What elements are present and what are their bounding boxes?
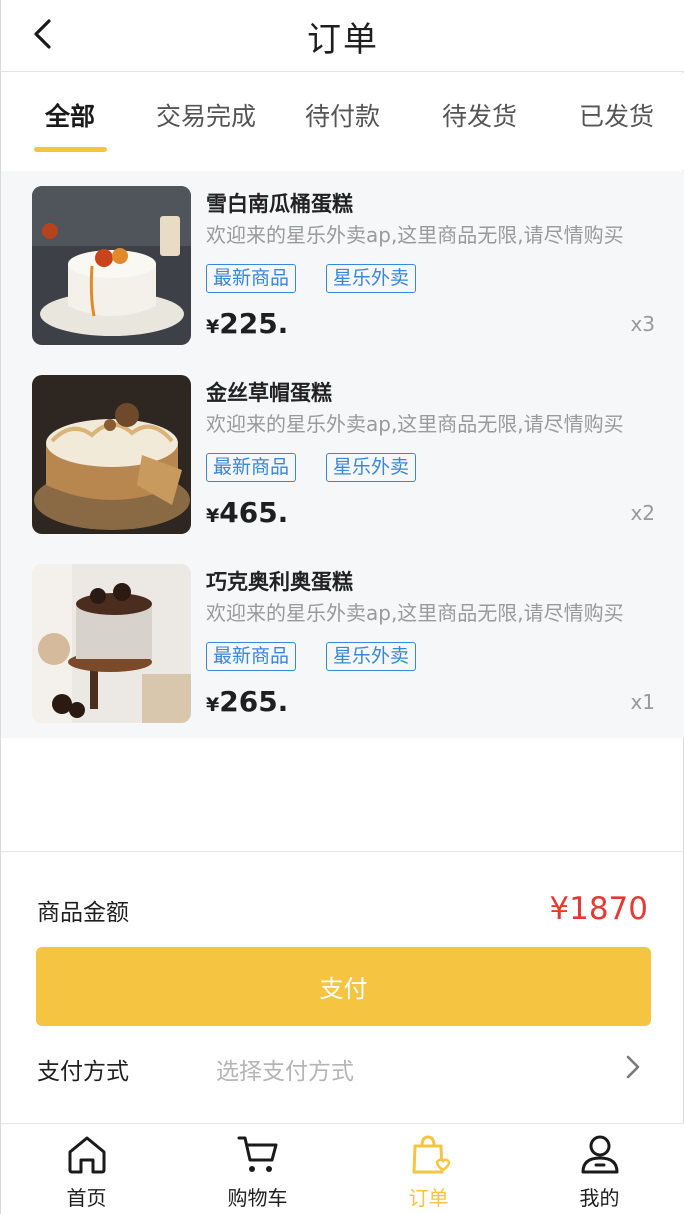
bottom-nav: 首页 购物车 订单 我的 bbox=[1, 1123, 684, 1214]
total-amount: ¥1870 bbox=[549, 891, 648, 927]
nav-item-orders[interactable]: 订单 bbox=[343, 1124, 514, 1214]
order-list: 雪白南瓜桶蛋糕 欢迎来的星乐外卖ap,这里商品无限,请尽情购买 最新商品 星乐外… bbox=[1, 171, 684, 738]
tag-newest: 最新商品 bbox=[206, 642, 297, 671]
currency-symbol: ¥ bbox=[206, 316, 220, 338]
tag-brand: 星乐外卖 bbox=[326, 642, 417, 671]
app-frame: 订单 全部 交易完成 待付款 待发货 已发货 雪白南瓜桶蛋糕 欢迎来的星乐外卖a… bbox=[0, 0, 684, 1214]
payment-method-label: 支付方式 bbox=[37, 1059, 129, 1085]
tag-newest: 最新商品 bbox=[206, 264, 297, 293]
top-bar: 订单 bbox=[1, 0, 684, 72]
product-name: 雪白南瓜桶蛋糕 bbox=[206, 192, 353, 216]
amount-label: 商品金额 bbox=[37, 900, 129, 926]
nav-item-cart[interactable]: 购物车 bbox=[172, 1124, 343, 1214]
product-price: ¥265. bbox=[206, 685, 288, 718]
cart-icon bbox=[237, 1136, 277, 1172]
order-item[interactable]: 雪白南瓜桶蛋糕 欢迎来的星乐外卖ap,这里商品无限,请尽情购买 最新商品 星乐外… bbox=[1, 171, 684, 359]
order-item[interactable]: 巧克奥利奥蛋糕 欢迎来的星乐外卖ap,这里商品无限,请尽情购买 最新商品 星乐外… bbox=[1, 549, 684, 737]
order-status-tabs: 全部 交易完成 待付款 待发货 已发货 bbox=[1, 73, 684, 170]
quantity: x2 bbox=[630, 501, 655, 525]
product-name: 巧克奥利奥蛋糕 bbox=[206, 570, 353, 594]
price-value: 265. bbox=[219, 685, 289, 718]
product-price: ¥225. bbox=[206, 307, 288, 340]
tab-all[interactable]: 全部 bbox=[45, 97, 95, 133]
currency-symbol: ¥ bbox=[206, 694, 220, 716]
product-price: ¥465. bbox=[206, 496, 288, 529]
user-icon bbox=[581, 1135, 618, 1174]
tab-pending-payment[interactable]: 待付款 bbox=[305, 97, 380, 133]
home-icon bbox=[68, 1136, 105, 1174]
product-description: 欢迎来的星乐外卖ap,这里商品无限,请尽情购买 bbox=[206, 601, 624, 625]
order-item[interactable]: 金丝草帽蛋糕 欢迎来的星乐外卖ap,这里商品无限,请尽情购买 最新商品 星乐外卖… bbox=[1, 360, 684, 548]
nav-label: 首页 bbox=[66, 1186, 107, 1210]
quantity: x1 bbox=[630, 690, 655, 714]
active-tab-indicator bbox=[34, 147, 107, 152]
currency-symbol: ¥ bbox=[206, 505, 220, 527]
nav-label: 购物车 bbox=[227, 1186, 288, 1210]
product-description: 欢迎来的星乐外卖ap,这里商品无限,请尽情购买 bbox=[206, 223, 624, 247]
tab-pending-shipment[interactable]: 待发货 bbox=[442, 97, 517, 133]
order-bag-icon bbox=[412, 1135, 450, 1174]
chevron-right-icon[interactable] bbox=[621, 1053, 645, 1081]
pay-button[interactable]: 支付 bbox=[36, 947, 651, 1026]
product-image-oreo-cake bbox=[32, 564, 191, 723]
payment-method-selector[interactable]: 选择支付方式 bbox=[216, 1052, 354, 1086]
price-value: 465. bbox=[219, 496, 289, 529]
price-value: 225. bbox=[219, 307, 289, 340]
product-name: 金丝草帽蛋糕 bbox=[206, 381, 332, 405]
summary-divider bbox=[1, 851, 684, 852]
nav-item-profile[interactable]: 我的 bbox=[514, 1124, 684, 1214]
product-image-pumpkin-cake bbox=[32, 186, 191, 345]
tab-completed[interactable]: 交易完成 bbox=[156, 97, 256, 133]
page-title: 订单 bbox=[307, 20, 379, 60]
product-description: 欢迎来的星乐外卖ap,这里商品无限,请尽情购买 bbox=[206, 412, 624, 436]
nav-item-home[interactable]: 首页 bbox=[1, 1124, 172, 1214]
quantity: x3 bbox=[630, 312, 655, 336]
nav-label: 订单 bbox=[408, 1186, 449, 1210]
product-image-meringue-cake bbox=[32, 375, 191, 534]
tag-brand: 星乐外卖 bbox=[326, 453, 417, 482]
tab-shipped[interactable]: 已发货 bbox=[579, 97, 654, 133]
nav-label: 我的 bbox=[579, 1186, 620, 1210]
tag-newest: 最新商品 bbox=[206, 453, 297, 482]
tag-brand: 星乐外卖 bbox=[326, 264, 417, 293]
